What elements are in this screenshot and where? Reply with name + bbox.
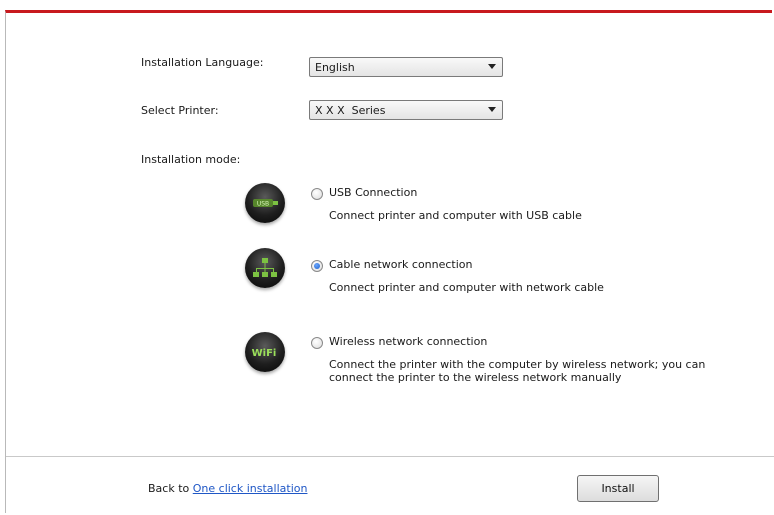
usb-connection-label[interactable]: USB Connection [329, 186, 417, 199]
footer-divider [6, 456, 774, 457]
usb-icon: USB [245, 183, 285, 223]
installation-mode-label: Installation mode: [141, 153, 241, 166]
wifi-icon: WiFi [245, 332, 285, 372]
printer-select-value: X X X Series [315, 104, 386, 117]
cable-network-desc: Connect printer and computer with networ… [329, 281, 604, 294]
cable-network-radio[interactable] [311, 260, 323, 272]
one-click-installation-link[interactable]: One click installation [193, 482, 308, 495]
back-to-prefix: Back to [148, 482, 190, 495]
wifi-icon-text: WiFi [252, 348, 277, 359]
language-select-value: English [315, 61, 355, 74]
wireless-network-radio[interactable] [311, 337, 323, 349]
usb-connection-desc: Connect printer and computer with USB ca… [329, 209, 582, 222]
back-to-text: Back to One click installation [148, 482, 307, 495]
printer-label: Select Printer: [141, 104, 219, 117]
network-icon [245, 248, 285, 288]
install-button[interactable]: Install [577, 475, 659, 502]
language-label: Installation Language: [141, 56, 264, 69]
usb-icon-text: USB [257, 201, 269, 208]
wireless-network-desc: Connect the printer with the computer by… [329, 358, 706, 384]
wireless-network-label[interactable]: Wireless network connection [329, 335, 487, 348]
language-select[interactable]: English [309, 57, 503, 77]
cable-network-label[interactable]: Cable network connection [329, 258, 473, 271]
usb-connection-radio[interactable] [311, 188, 323, 200]
chevron-down-icon [488, 64, 496, 69]
printer-select[interactable]: X X X Series [309, 100, 503, 120]
chevron-down-icon [488, 107, 496, 112]
